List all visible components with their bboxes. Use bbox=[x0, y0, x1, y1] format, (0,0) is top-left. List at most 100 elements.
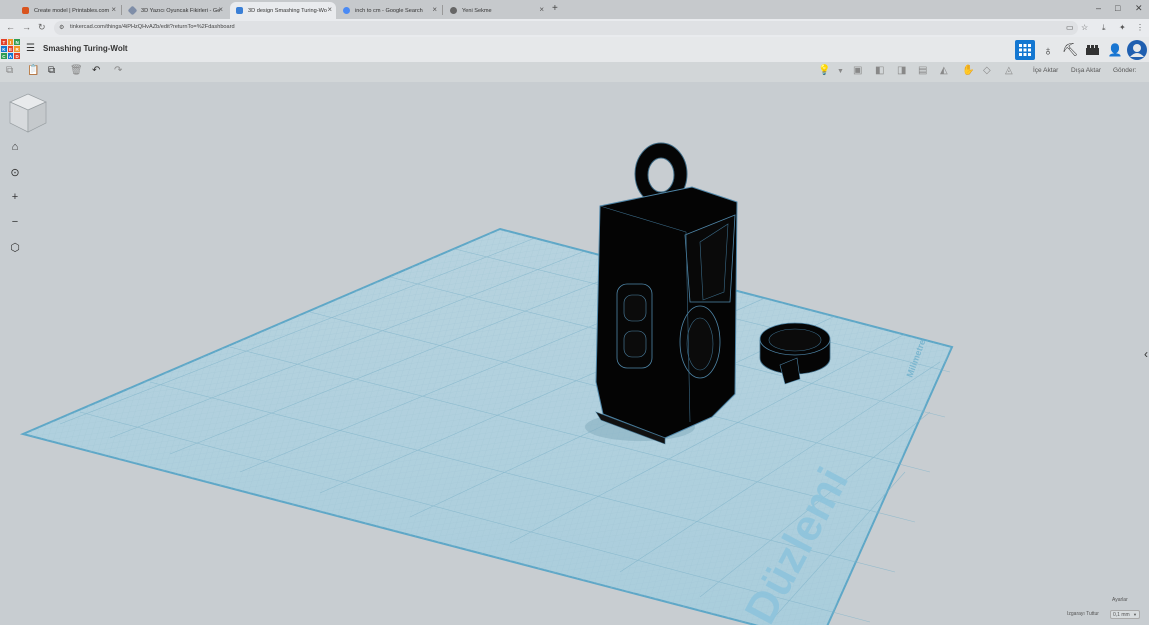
browser-tab-strip: Create model | Printables.com × 3D Yazıc… bbox=[0, 0, 1149, 19]
import-button[interactable]: İçe Aktar bbox=[1033, 67, 1058, 74]
send-to-button[interactable]: Gönder: bbox=[1113, 67, 1137, 74]
blocks-button[interactable]: ⛏ bbox=[1060, 40, 1080, 60]
design-title[interactable]: Smashing Turing-Wolt bbox=[43, 44, 128, 53]
tab-title: 3D Yazıcı Oyuncak Fikirleri - Ge bbox=[141, 7, 221, 14]
sim-lab-button[interactable]: ♁ bbox=[1038, 40, 1058, 60]
tab-google-search[interactable]: inch to cm - Google Search × bbox=[337, 2, 441, 19]
logo-letter: K bbox=[1, 46, 7, 52]
logo-letter: D bbox=[14, 53, 20, 59]
minimize-icon[interactable]: – bbox=[1096, 3, 1101, 13]
logo-letter: I bbox=[7, 39, 14, 45]
logo-letter: E bbox=[7, 46, 14, 52]
3d-viewport[interactable]: Düzlemi Milimetre ⌂ ⊙ + − ⬡ ‹ Ayarlar Iz… bbox=[0, 82, 1149, 625]
scene-canvas: Düzlemi Milimetre bbox=[19, 142, 954, 625]
undo-icon[interactable]: ↶ bbox=[92, 65, 100, 76]
ruler-icon[interactable]: ◇ bbox=[983, 65, 991, 76]
logo-letter: R bbox=[14, 46, 20, 52]
close-tab-icon[interactable]: × bbox=[111, 5, 116, 14]
tab-printables[interactable]: Create model | Printables.com × bbox=[16, 2, 120, 19]
maximize-icon[interactable]: □ bbox=[1115, 3, 1120, 13]
snap-grid-label: Izgarayı Tuttur bbox=[1067, 611, 1099, 617]
close-tab-icon[interactable]: × bbox=[432, 5, 437, 14]
mirror-icon[interactable]: ◭ bbox=[940, 65, 948, 76]
google-favicon-icon bbox=[343, 7, 350, 14]
view-cube-icon bbox=[9, 93, 47, 133]
close-tab-icon[interactable]: × bbox=[218, 5, 223, 14]
tab-new-tab[interactable]: Yeni Sekme × bbox=[444, 2, 548, 19]
tab-title: inch to cm - Google Search bbox=[355, 7, 423, 14]
tinkercad-logo[interactable]: T I N K E R C A D bbox=[1, 39, 20, 59]
duplicate-icon[interactable]: ⧉ bbox=[48, 65, 55, 76]
download-icon[interactable]: ⤓ bbox=[1102, 23, 1106, 33]
panel-collapse-chevron-icon[interactable]: ‹ bbox=[1144, 347, 1148, 361]
snap-grid-select[interactable]: 0,1 mm ▼ bbox=[1110, 610, 1140, 619]
fit-view-button[interactable]: ⊙ bbox=[7, 164, 23, 180]
logo-letter: T bbox=[1, 39, 7, 45]
cube-icon: ⬡ bbox=[10, 241, 20, 254]
group-icon[interactable]: ◧ bbox=[875, 65, 884, 76]
logo-letter: A bbox=[7, 53, 14, 59]
align-icon[interactable]: ▤ bbox=[918, 65, 927, 76]
snap-grid-value: 0,1 mm bbox=[1113, 612, 1130, 618]
forward-icon[interactable]: → bbox=[22, 22, 31, 32]
note-icon[interactable]: ▣ bbox=[853, 65, 862, 76]
grid-icon bbox=[1019, 44, 1031, 56]
plus-icon: + bbox=[11, 191, 19, 203]
zoom-out-button[interactable]: − bbox=[7, 214, 23, 230]
close-tab-icon[interactable]: × bbox=[327, 5, 332, 14]
redo-icon[interactable]: ↷ bbox=[114, 65, 122, 76]
fit-selection-icon: ⊙ bbox=[10, 166, 20, 179]
tab-divider bbox=[121, 5, 122, 15]
tab-divider bbox=[442, 5, 443, 15]
logo-letter: C bbox=[1, 53, 7, 59]
reload-icon[interactable]: ↻ bbox=[38, 22, 46, 33]
cruise-icon[interactable]: ✋ bbox=[962, 65, 974, 76]
export-button[interactable]: Dışa Aktar bbox=[1071, 67, 1101, 74]
perspective-button[interactable]: ⬡ bbox=[7, 239, 23, 255]
close-icon[interactable]: ✕ bbox=[1135, 3, 1143, 14]
ungroup-icon[interactable]: ◨ bbox=[897, 65, 906, 76]
chrome-favicon-icon bbox=[450, 7, 457, 14]
home-view-button[interactable]: ⌂ bbox=[7, 139, 23, 155]
apple-icon: ♁ bbox=[1043, 42, 1053, 58]
zoom-in-button[interactable]: + bbox=[7, 189, 23, 205]
url-field[interactable]: ⚙ tinkercad.com/things/4iPHzQHvAZb/edit?… bbox=[54, 21, 1078, 35]
user-add-icon: 👤 bbox=[1107, 43, 1123, 57]
tab-tinkercad[interactable]: 3D design Smashing Turing-Wo × bbox=[230, 2, 336, 19]
settings-link[interactable]: Ayarlar bbox=[1112, 597, 1128, 603]
chevron-down-icon[interactable]: ▼ bbox=[837, 68, 844, 75]
gemini-favicon-icon bbox=[127, 5, 138, 16]
close-tab-icon[interactable]: × bbox=[539, 5, 544, 14]
pickaxe-icon: ⛏ bbox=[1061, 42, 1079, 57]
delete-icon[interactable]: 🗑 bbox=[70, 65, 83, 76]
brick-icon bbox=[1085, 45, 1099, 55]
tab-title: 3D design Smashing Turing-Wo bbox=[248, 7, 327, 14]
tab-title: Yeni Sekme bbox=[462, 7, 492, 14]
account-avatar[interactable] bbox=[1127, 40, 1147, 60]
keychain-box-model[interactable] bbox=[595, 142, 738, 445]
lightbulb-icon[interactable]: 💡 bbox=[818, 65, 830, 76]
view-cube[interactable] bbox=[8, 92, 48, 134]
hamburger-menu-icon[interactable]: ☰ bbox=[26, 43, 35, 54]
tab-gemini[interactable]: 3D Yazıcı Oyuncak Fikirleri - Ge × bbox=[123, 2, 227, 19]
edit-toolbar: ⧉ 📋 ⧉ 🗑 ↶ ↷ 💡 ▼ ▣ ◧ ◨ ▤ ◭ ✋ ◇ ◬ İçe Akta… bbox=[0, 62, 1149, 82]
menu-kebab-icon[interactable]: ⋮ bbox=[1136, 23, 1144, 32]
install-app-icon[interactable]: ▭ bbox=[1066, 23, 1074, 32]
chevron-down-icon: ▼ bbox=[1133, 612, 1137, 617]
tinkercad-favicon-icon bbox=[236, 7, 243, 14]
3d-design-view-button[interactable] bbox=[1015, 40, 1035, 60]
share-user-button[interactable]: 👤 bbox=[1105, 40, 1125, 60]
site-info-icon[interactable]: ⚙ bbox=[59, 24, 64, 31]
copy-icon[interactable]: ⧉ bbox=[6, 65, 13, 76]
bricks-button[interactable] bbox=[1082, 40, 1102, 60]
avatar-icon bbox=[1127, 40, 1147, 60]
paste-icon[interactable]: 📋 bbox=[27, 65, 39, 76]
address-bar-row: ← → ↻ ⚙ tinkercad.com/things/4iPHzQHvAZb… bbox=[0, 19, 1149, 37]
back-icon[interactable]: ← bbox=[6, 22, 15, 32]
workplane-icon[interactable]: ◬ bbox=[1005, 65, 1013, 76]
bookmark-star-icon[interactable]: ☆ bbox=[1081, 23, 1088, 32]
new-tab-icon[interactable]: + bbox=[552, 3, 558, 14]
extensions-icon[interactable]: ✦ bbox=[1119, 23, 1126, 32]
url-text: tinkercad.com/things/4iPHzQHvAZb/edit?re… bbox=[70, 24, 235, 30]
minus-icon: − bbox=[11, 216, 19, 228]
